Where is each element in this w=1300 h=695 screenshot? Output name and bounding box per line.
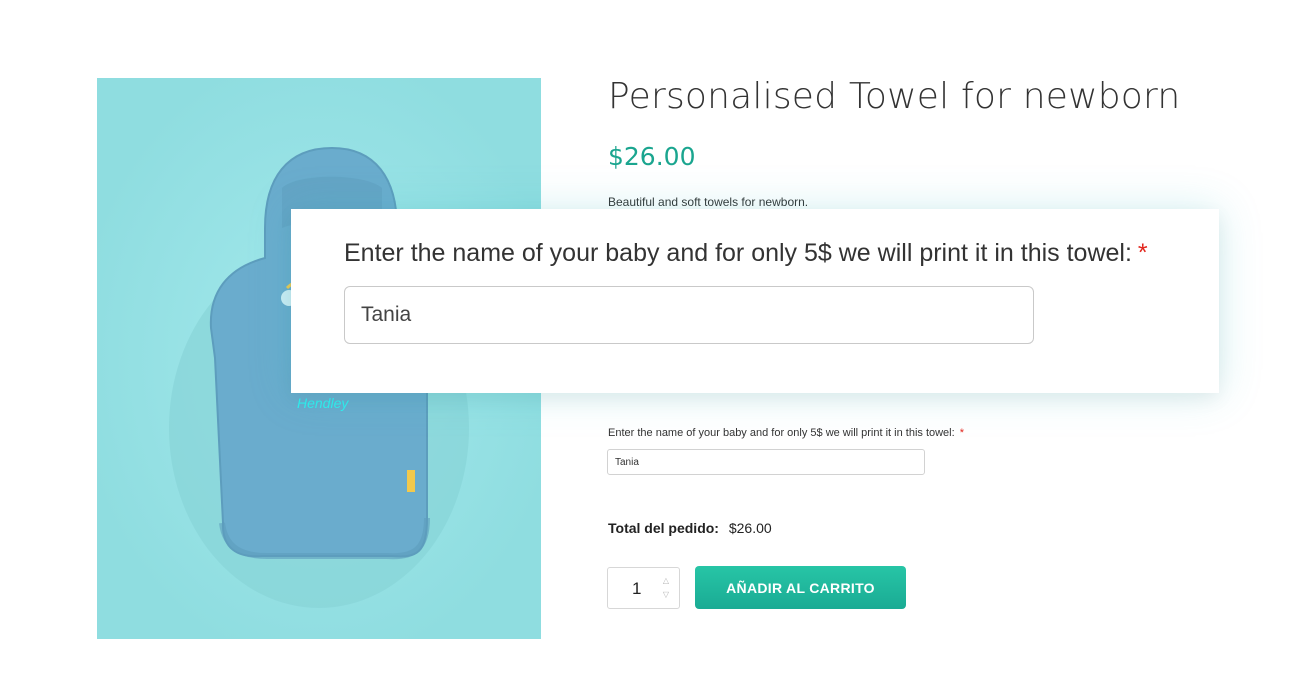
product-description: Beautiful and soft towels for newborn. — [608, 195, 809, 209]
embroidered-name: Hendley — [297, 395, 349, 411]
quantity-stepper[interactable]: 1 △ ▽ — [607, 567, 680, 609]
chevron-up-icon[interactable]: △ — [660, 576, 672, 586]
quantity-value[interactable]: 1 — [632, 579, 641, 599]
add-to-cart-button[interactable]: AÑADIR AL CARRITO — [695, 566, 906, 609]
product-title: Personalised Towel for newborn — [608, 76, 1181, 117]
baby-name-label: Enter the name of your baby and for only… — [608, 427, 964, 439]
zoomed-baby-name-input[interactable] — [344, 286, 1034, 344]
order-total: Total del pedido: $26.00 — [608, 520, 772, 536]
baby-name-label-text: Enter the name of your baby and for only… — [608, 427, 955, 439]
required-asterisk: * — [959, 427, 965, 439]
order-total-label: Total del pedido: — [608, 520, 719, 536]
product-price: $26.00 — [608, 142, 696, 171]
zoomed-field-label-text: Enter the name of your baby and for only… — [344, 239, 1132, 267]
required-asterisk: * — [1137, 239, 1148, 267]
order-total-value: $26.00 — [728, 520, 772, 536]
zoomed-field-label: Enter the name of your baby and for only… — [344, 239, 1148, 268]
chevron-down-icon[interactable]: ▽ — [660, 590, 672, 600]
zoomed-name-field-callout: Enter the name of your baby and for only… — [291, 209, 1219, 393]
baby-name-input[interactable] — [607, 449, 925, 475]
